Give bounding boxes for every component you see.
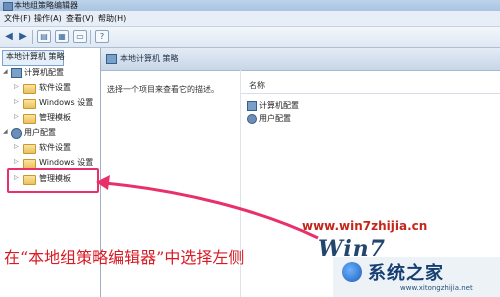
brand-name: 系统之家	[368, 263, 444, 284]
export-list-icon[interactable]: ▭	[73, 30, 87, 43]
tree-label: 软件设置	[39, 143, 71, 152]
menu-bar: 文件(F) 操作(A) 查看(V) 帮助(H)	[0, 11, 500, 27]
computer-icon	[247, 101, 257, 111]
app-icon	[3, 2, 13, 11]
collapse-triangle-icon[interactable]: ◢	[3, 69, 9, 75]
tree-root-label: 本地计算机 策略	[6, 52, 65, 61]
collapse-triangle-icon[interactable]: ◢	[3, 129, 9, 135]
expand-triangle-icon[interactable]: ▷	[14, 144, 20, 150]
tree-label: Windows 设置	[39, 98, 94, 107]
user-icon	[11, 128, 22, 139]
folder-icon	[23, 144, 36, 154]
folder-icon	[23, 84, 36, 94]
computer-icon	[106, 54, 117, 64]
details-title: 本地计算机 策略	[120, 54, 179, 63]
tree-item-admin-templates[interactable]: ▷ 管理模板	[0, 111, 100, 125]
details-header: 本地计算机 策略	[101, 48, 500, 71]
tutorial-caption: 在“本地组策略编辑器”中选择左侧	[4, 248, 245, 267]
forward-arrow-icon[interactable]: ▶	[16, 30, 30, 43]
tree-item-windows-settings[interactable]: ▷ Windows 设置	[0, 96, 100, 110]
folder-icon	[23, 99, 36, 109]
brand-url: www.xitongzhijia.net	[400, 284, 473, 292]
user-icon	[247, 114, 257, 124]
tree-label: 计算机配置	[24, 68, 64, 77]
toolbar-separator	[90, 30, 91, 44]
highlight-box	[7, 168, 99, 193]
back-arrow-icon[interactable]: ◀	[2, 30, 16, 43]
column-header-label: 名称	[249, 81, 265, 90]
tree-item-user-config[interactable]: ◢ 用户配置	[0, 126, 100, 140]
folder-icon	[23, 114, 36, 124]
menu-help[interactable]: 帮助(H)	[98, 11, 126, 26]
tree-item-software-settings[interactable]: ▷ 软件设置	[0, 81, 100, 95]
expand-triangle-icon[interactable]: ▷	[14, 99, 20, 105]
toolbar: ◀ ▶ ▤ ▦ ▭ ?	[0, 27, 500, 48]
list-item-label: 计算机配置	[259, 101, 299, 110]
menu-view[interactable]: 查看(V)	[66, 11, 94, 26]
column-header-name[interactable]: 名称	[241, 78, 500, 94]
show-hide-tree-icon[interactable]: ▦	[55, 30, 69, 43]
tree-item-user-software-settings[interactable]: ▷ 软件设置	[0, 141, 100, 155]
expand-triangle-icon[interactable]: ▷	[14, 159, 20, 165]
tree-label: 用户配置	[24, 128, 56, 137]
tree-item-root[interactable]: 本地计算机 策略	[6, 50, 65, 64]
expand-triangle-icon[interactable]: ▷	[14, 84, 20, 90]
menu-file[interactable]: 文件(F)	[4, 11, 31, 26]
tree-label: 软件设置	[39, 83, 71, 92]
watermark-url: www.win7zhijia.cn	[302, 219, 428, 233]
window-title: 本地组策略编辑器	[14, 1, 78, 10]
tree-item-computer-config[interactable]: ◢ 计算机配置	[0, 66, 100, 80]
title-bar: 本地组策略编辑器	[0, 0, 500, 11]
list-item-label: 用户配置	[259, 114, 291, 123]
description-text: 选择一个项目来查看它的描述。	[107, 85, 219, 94]
help-icon[interactable]: ?	[95, 30, 109, 43]
expand-triangle-icon[interactable]: ▷	[14, 114, 20, 120]
up-folder-icon[interactable]: ▤	[37, 30, 51, 43]
toolbar-separator	[32, 30, 33, 44]
computer-icon	[11, 68, 22, 78]
tree-label: 管理模板	[39, 113, 71, 122]
brand-logo-icon	[342, 262, 362, 282]
menu-action[interactable]: 操作(A)	[34, 11, 62, 26]
